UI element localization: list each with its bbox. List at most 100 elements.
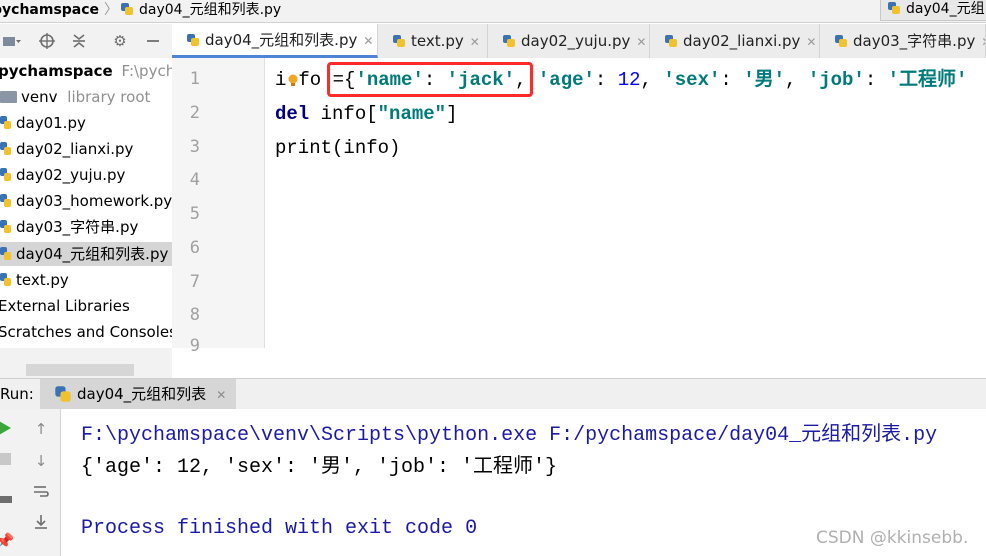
scroll-up-icon[interactable]: ↑ [30, 419, 52, 439]
python-file-icon [503, 35, 515, 47]
tab-label: day04_元组和列表.py [205, 31, 358, 49]
tab-day02-yuju[interactable]: day02_yuju.py ✕ [488, 24, 650, 58]
code-token: '工程师' [887, 69, 968, 91]
code-editor[interactable]: i fo ={'name': 'jack', 'age': 12, 'sex': … [265, 58, 986, 348]
python-file-icon [393, 35, 405, 47]
scroll-down-icon[interactable]: ↓ [30, 451, 52, 471]
project-view-icon[interactable] [2, 32, 22, 50]
tab-day02-lianxi[interactable]: day02_lianxi.py ✕ [650, 24, 820, 58]
tree-item-label: External Libraries [0, 297, 130, 315]
run-tab-label: day04_元组和列表 [77, 385, 207, 403]
annotation-highlight-box [327, 62, 533, 97]
layout-icon[interactable] [0, 489, 16, 509]
run-toolbar: ↑ ↓ 📌 [0, 409, 61, 556]
code-token: '男' [743, 69, 785, 91]
line-number: 7 [189, 272, 200, 292]
gear-icon[interactable]: ⚙ [111, 32, 129, 50]
tree-item-file[interactable]: day02_lianxi.py [0, 137, 133, 161]
horizontal-scrollbar[interactable] [26, 364, 134, 376]
collapse-icon[interactable] [70, 32, 88, 50]
tree-item-file[interactable]: day03_字符串.py [0, 215, 138, 239]
close-icon[interactable]: ✕ [216, 388, 226, 402]
console-output-line: {'age': 12, 'sex': '男', 'job': '工程师'} [81, 456, 558, 479]
folder-icon [0, 91, 17, 103]
pin-icon[interactable]: 📌 [0, 531, 16, 551]
target-icon[interactable] [38, 32, 56, 50]
python-file-icon [0, 116, 11, 129]
close-icon[interactable]: ✕ [981, 35, 985, 49]
project-root[interactable]: pychamspace F:\pychar [0, 59, 172, 83]
top-right-tab[interactable]: day04_元组 [880, 0, 986, 21]
line-number: 9 [189, 336, 200, 356]
bulb-icon[interactable] [287, 74, 299, 88]
line-number: 1 [189, 69, 200, 89]
tree-item-external-libraries[interactable]: External Libraries [0, 294, 130, 318]
wrap-icon[interactable] [30, 483, 52, 503]
stop-icon[interactable] [0, 451, 16, 471]
editor-gutter: 1 2 3 4 5 6 7 8 9 [172, 58, 265, 356]
editor-tab-bar: day04_元组和列表.py ✕ text.py ✕ day02_yuju.py ✕ … [172, 24, 986, 59]
close-icon[interactable]: ✕ [636, 35, 646, 49]
tree-item-label: day02_lianxi.py [16, 140, 134, 158]
code-token: : [864, 69, 888, 91]
tree-item-label: venv [21, 88, 58, 106]
close-icon[interactable]: ✕ [806, 35, 816, 49]
python-file-icon [0, 168, 11, 181]
navigation-bar: pychamspace 〉 day04_元组和列表.py day04_元组 [0, 0, 986, 23]
tab-text[interactable]: text.py ✕ [378, 24, 488, 58]
code-token: 'job' [807, 69, 865, 91]
tree-item-venv[interactable]: venv library root [0, 85, 150, 109]
project-panel: pychamspace F:\pychar venv library root … [0, 58, 173, 348]
run-label: Run: [0, 385, 34, 403]
project-root-path: F:\pychar [121, 62, 172, 80]
tab-label: day02_yuju.py [521, 32, 631, 50]
line-number: 3 [189, 137, 200, 157]
tree-item-label: day03_homework.py [16, 192, 173, 210]
close-icon[interactable]: ✕ [363, 34, 373, 48]
project-root-name: pychamspace [0, 62, 113, 80]
line-number: 6 [189, 238, 200, 258]
code-line-3: print(info) [275, 132, 400, 164]
tree-item-label: Scratches and Consoles [0, 323, 173, 341]
line-number: 2 [189, 103, 200, 123]
watermark: CSDN @kkinsebb. [816, 528, 969, 548]
breadcrumb-file-label: day04_元组和列表.py [139, 2, 282, 18]
python-file-icon [0, 273, 11, 286]
tree-item-file[interactable]: day01.py [0, 111, 86, 135]
breadcrumb-project-label: pychamspace [0, 2, 100, 18]
code-token: del [275, 103, 310, 125]
scroll-to-end-icon[interactable] [30, 513, 52, 533]
tree-item-scratches[interactable]: Scratches and Consoles [0, 320, 173, 344]
console-command-line: F:\pychamspace\venv\Scripts\python.exe F… [81, 424, 938, 447]
python-file-icon [835, 35, 847, 47]
tab-label: text.py [411, 32, 464, 50]
console-exit-line: Process finished with exit code 0 [81, 517, 478, 540]
project-toolbar: ⚙ [0, 24, 172, 59]
code-token: , [785, 69, 808, 91]
breadcrumb-project[interactable]: pychamspace [0, 0, 99, 22]
code-token: "name" [377, 103, 447, 125]
tree-item-file[interactable]: text.py [0, 268, 69, 292]
tree-item-file[interactable]: day02_yuju.py [0, 163, 125, 187]
python-file-icon [121, 3, 133, 15]
tab-day03[interactable]: day03_字符串.py ✕ [820, 24, 986, 58]
code-token: print(info) [275, 137, 401, 159]
tab-day04[interactable]: day04_元组和列表.py ✕ [172, 24, 378, 58]
tree-item-label: day03_字符串.py [16, 218, 139, 236]
line-number: 4 [189, 170, 200, 190]
tree-item-label: day02_yuju.py [16, 166, 126, 184]
code-token: 12 [617, 69, 641, 91]
tree-item-file[interactable]: day03_homework.py [0, 189, 172, 213]
tab-label: day03_字符串.py [853, 32, 976, 50]
python-file-icon [187, 34, 199, 46]
code-token: , [640, 69, 664, 91]
rerun-icon[interactable] [0, 419, 16, 439]
tree-item-file-selected[interactable]: day04_元组和列表.py [0, 242, 172, 266]
breadcrumb-file[interactable]: day04_元组和列表.py [120, 0, 281, 22]
minimize-icon[interactable] [144, 32, 162, 50]
run-panel-header: Run: day04_元组和列表 ✕ [0, 378, 986, 410]
run-tab[interactable]: day04_元组和列表 ✕ [40, 379, 236, 409]
tree-item-label: day04_元组和列表.py [16, 245, 169, 263]
close-icon[interactable]: ✕ [470, 35, 480, 49]
code-token: : [594, 69, 618, 91]
